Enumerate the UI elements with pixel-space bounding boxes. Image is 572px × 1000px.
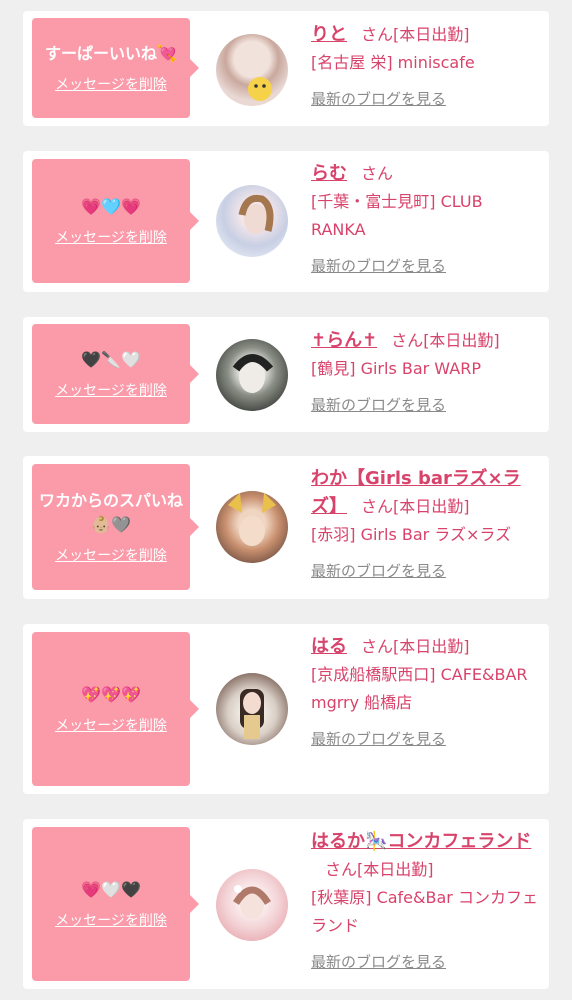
delete-message-link[interactable]: メッセージを削除 <box>55 227 167 247</box>
status-badge: [本日出勤] <box>393 497 470 516</box>
cast-info: ✝らん✝ さん[本日出勤] [鶴見] Girls Bar WARP 最新のブログを… <box>311 327 541 419</box>
cast-info: はるか🎠コンカフェランドさん[本日出勤] [秋葉原] Cafe&Bar コンカフ… <box>311 828 541 976</box>
honorific: さん <box>361 637 394 656</box>
status-badge: [本日出勤] <box>393 637 470 656</box>
avatar[interactable] <box>216 34 288 106</box>
cast-info: りと さん[本日出勤] [名古屋 栄] miniscafe 最新のブログを見る <box>311 21 541 113</box>
delete-message-link[interactable]: メッセージを削除 <box>55 910 167 930</box>
message-text: 🖤🔪🤍 <box>81 350 141 369</box>
blog-link[interactable]: 最新のブログを見る <box>311 953 446 971</box>
message-bubble: すーぱーいいね💘 メッセージを削除 <box>32 18 199 118</box>
shop-name: [秋葉原] Cafe&Bar コンカフェランド <box>311 888 538 935</box>
honorific: さん <box>361 25 394 44</box>
cast-name-link[interactable]: はるか🎠コンカフェランド <box>311 831 531 852</box>
avatar[interactable] <box>216 339 288 411</box>
avatar[interactable] <box>216 491 288 563</box>
message-text: ワカからのスパいね👶🏼🩶 <box>38 491 183 534</box>
delete-message-link[interactable]: メッセージを削除 <box>55 380 167 400</box>
message-bubble: 💗🩵💗 メッセージを削除 <box>32 159 199 283</box>
message-bubble: 🖤🔪🤍 メッセージを削除 <box>32 324 199 424</box>
status-badge: [本日出勤] <box>393 25 470 44</box>
delete-message-link[interactable]: メッセージを削除 <box>55 74 167 94</box>
blog-link[interactable]: 最新のブログを見る <box>311 396 446 414</box>
message-card: 💗🩵💗 メッセージを削除 らむ さん [千葉・富士見町] CLUB RANKA 最… <box>23 151 549 292</box>
shop-name: [赤羽] Girls Bar ラズ×ラズ <box>311 525 512 544</box>
honorific: さん <box>325 860 358 879</box>
honorific: さん <box>361 497 394 516</box>
delete-message-link[interactable]: メッセージを削除 <box>55 715 167 735</box>
avatar[interactable] <box>216 673 288 745</box>
avatar[interactable] <box>216 185 288 257</box>
avatar-image <box>248 77 272 101</box>
honorific: さん <box>361 164 394 183</box>
shop-name: [京成船橋駅西口] CAFE&BAR mgrry 船橋店 <box>311 665 528 712</box>
cast-info: はる さん[本日出勤] [京成船橋駅西口] CAFE&BAR mgrry 船橋店 … <box>311 633 541 753</box>
message-card: 💖💖💖 メッセージを削除 はる さん[本日出勤] [京成船橋駅西口] CAFE&B… <box>23 624 549 794</box>
message-bubble: 💖💖💖 メッセージを削除 <box>32 632 199 786</box>
avatar-image <box>233 885 271 919</box>
status-badge: [本日出勤] <box>357 860 434 879</box>
avatar-image <box>240 689 264 739</box>
blog-link[interactable]: 最新のブログを見る <box>311 257 446 275</box>
cast-name-link[interactable]: らむ <box>311 163 347 184</box>
shop-name: [名古屋 栄] miniscafe <box>311 53 475 72</box>
message-card: 💗🤍🖤 メッセージを削除 はるか🎠コンカフェランドさん[本日出勤] [秋葉原] … <box>23 819 549 989</box>
message-card: 🖤🔪🤍 メッセージを削除 ✝らん✝ さん[本日出勤] [鶴見] Girls Bar… <box>23 317 549 432</box>
status-badge: [本日出勤] <box>423 331 500 350</box>
message-bubble: 💗🤍🖤 メッセージを削除 <box>32 827 199 981</box>
delete-message-link[interactable]: メッセージを削除 <box>55 545 167 565</box>
message-card: ワカからのスパいね👶🏼🩶 メッセージを削除 わか【Girls barラズ×ラズ】… <box>23 456 549 599</box>
cast-info: らむ さん [千葉・富士見町] CLUB RANKA 最新のブログを見る <box>311 160 541 280</box>
avatar[interactable] <box>216 869 288 941</box>
cast-name-link[interactable]: りと <box>311 24 347 45</box>
message-text: 💗🩵💗 <box>81 197 141 216</box>
blog-link[interactable]: 最新のブログを見る <box>311 90 446 108</box>
message-bubble: ワカからのスパいね👶🏼🩶 メッセージを削除 <box>32 464 199 590</box>
avatar-image <box>228 493 276 546</box>
cast-name-link[interactable]: はる <box>311 636 347 657</box>
message-text: 💗🤍🖤 <box>81 880 141 899</box>
blog-link[interactable]: 最新のブログを見る <box>311 562 446 580</box>
shop-name: [千葉・富士見町] CLUB RANKA <box>311 192 483 239</box>
cast-info: わか【Girls barラズ×ラズ】 さん[本日出勤] [赤羽] Girls Ba… <box>311 465 541 585</box>
blog-link[interactable]: 最新のブログを見る <box>311 730 446 748</box>
avatar-image <box>232 354 274 393</box>
message-text: すーぱーいいね💘 <box>45 44 177 63</box>
message-text: 💖💖💖 <box>81 685 141 704</box>
cast-name-link[interactable]: ✝らん✝ <box>311 330 377 351</box>
honorific: さん <box>391 331 424 350</box>
shop-name: [鶴見] Girls Bar WARP <box>311 359 481 378</box>
avatar-image <box>238 194 274 234</box>
message-card: すーぱーいいね💘 メッセージを削除 りと さん[本日出勤] [名古屋 栄] min… <box>23 11 549 126</box>
